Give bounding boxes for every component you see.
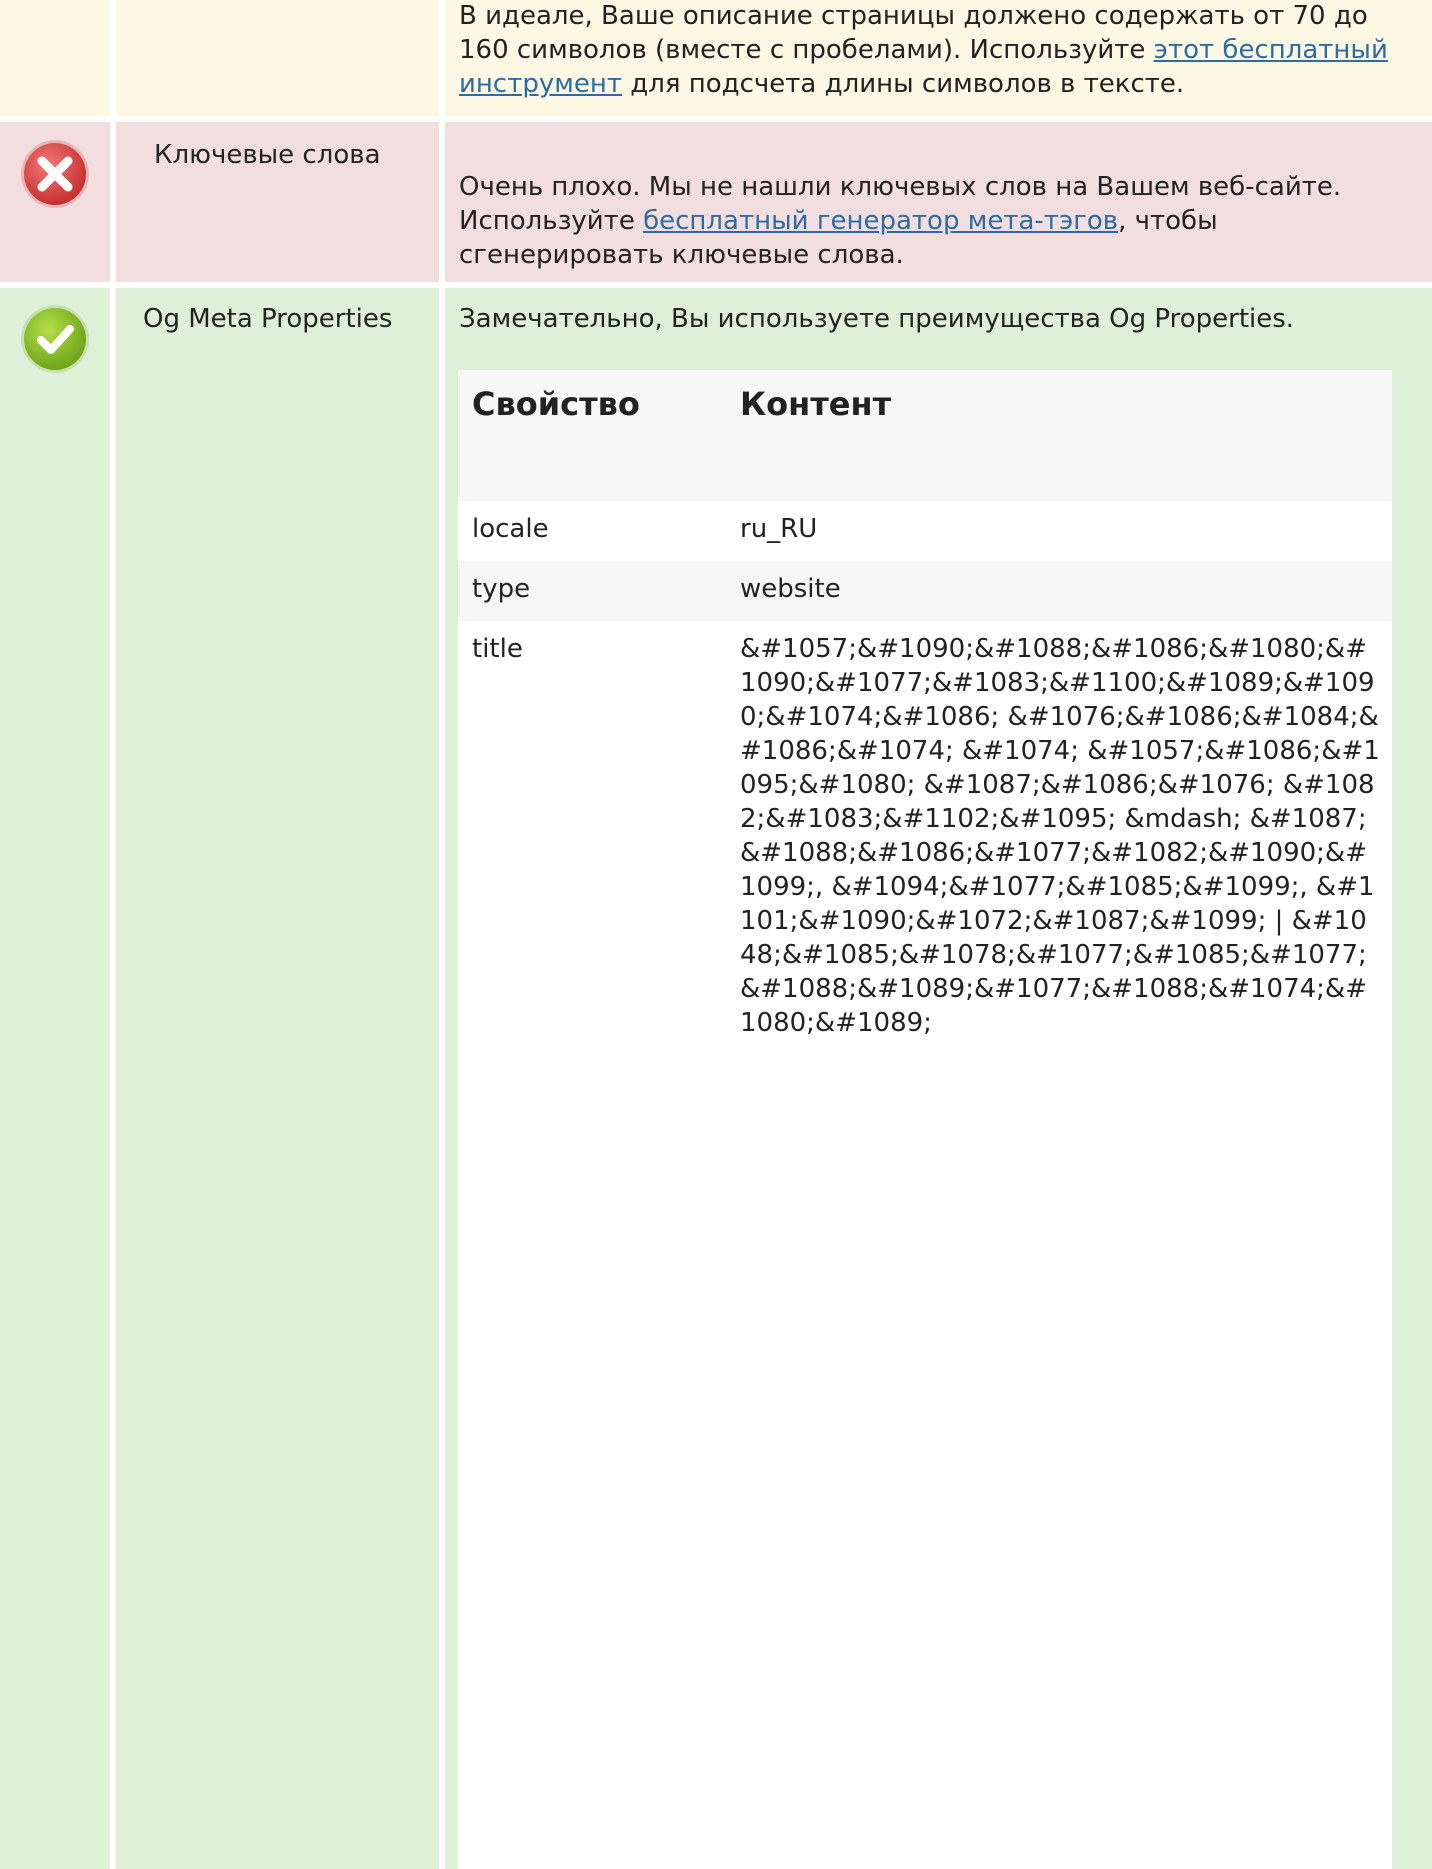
description-status-cell bbox=[0, 0, 110, 116]
og-content-cell: ru_RU bbox=[740, 514, 818, 544]
og-name-cell: Og Meta Properties bbox=[116, 288, 439, 1869]
description-row: В идеале, Ваше описание страницы должено… bbox=[0, 0, 1432, 116]
og-message: Замечательно, Вы используете преимуществ… bbox=[459, 304, 1295, 334]
og-properties-row: Og Meta Properties Замечательно, Вы испо… bbox=[0, 288, 1432, 1869]
error-icon bbox=[21, 140, 89, 208]
meta-tag-generator-link[interactable]: бесплатный генератор мета-тэгов bbox=[643, 206, 1118, 236]
og-header-property: Свойство bbox=[472, 385, 640, 423]
og-content-cell: &#1057;&#1090;&#1088;&#1086;&#1080;&#109… bbox=[740, 634, 1380, 1038]
og-properties-table: Свойство Контент locale ru_RU type websi… bbox=[458, 370, 1392, 1869]
description-text-after: для подсчета длины символов в тексте. bbox=[621, 69, 1185, 99]
description-advice-text: В идеале, Ваше описание страницы должено… bbox=[459, 0, 1419, 101]
description-name-cell bbox=[116, 0, 439, 116]
keywords-advice-text: Очень плохо. Мы не нашли ключевых слов н… bbox=[459, 170, 1399, 272]
og-content-cell: website bbox=[740, 574, 841, 604]
og-table-header: Свойство Контент bbox=[458, 370, 1392, 501]
check-icon bbox=[21, 305, 89, 373]
keywords-advice-cell: Очень плохо. Мы не нашли ключевых слов н… bbox=[445, 122, 1432, 282]
og-name: Og Meta Properties bbox=[143, 304, 393, 334]
table-row: type website bbox=[458, 561, 1392, 621]
keywords-status-cell bbox=[0, 122, 110, 282]
og-property-cell: title bbox=[472, 634, 523, 664]
og-content-cell: Замечательно, Вы используете преимуществ… bbox=[445, 288, 1432, 1869]
og-property-cell: locale bbox=[472, 514, 549, 544]
keywords-name: Ключевые слова bbox=[154, 140, 381, 170]
table-row: locale ru_RU bbox=[458, 501, 1392, 561]
keywords-name-cell: Ключевые слова bbox=[116, 122, 439, 282]
description-advice-cell: В идеале, Ваше описание страницы должено… bbox=[445, 0, 1432, 116]
og-header-content: Контент bbox=[740, 385, 892, 423]
og-status-cell bbox=[0, 288, 110, 1869]
og-property-cell: type bbox=[472, 574, 531, 604]
keywords-row: Ключевые слова Очень плохо. Мы не нашли … bbox=[0, 122, 1432, 282]
